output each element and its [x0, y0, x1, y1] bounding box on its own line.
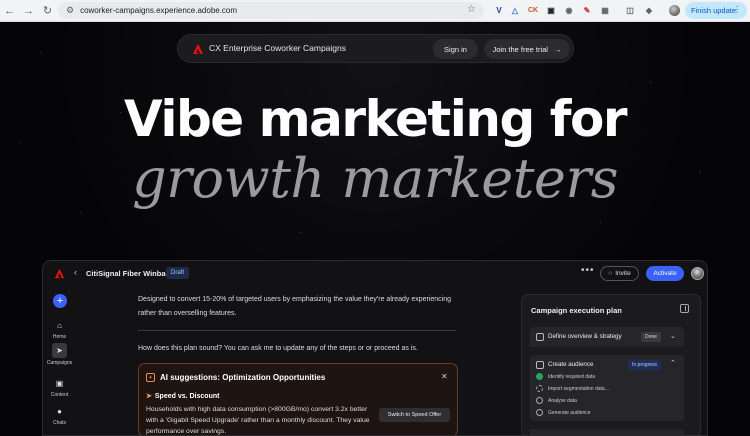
adobe-logo-icon	[54, 268, 65, 279]
side-panel-icon[interactable]: ◫	[623, 3, 637, 17]
rocket-icon: ➤	[52, 343, 67, 358]
invite-user-icon: ○	[608, 270, 613, 277]
ai-sparkle-icon: ✦	[146, 373, 155, 382]
left-rail: + ⌂ Home ➤ Campaigns ▣ Content ● Chats	[43, 286, 76, 435]
hero-headline: Vibe marketing for	[124, 90, 627, 148]
status-badge: Done	[641, 332, 661, 342]
site-settings-icon[interactable]: ⚙	[66, 5, 74, 16]
adobe-logo-icon	[193, 44, 203, 54]
panel-toggle-icon[interactable]	[680, 304, 689, 313]
rail-item-campaigns[interactable]: ➤ Campaigns	[43, 343, 76, 366]
list-item: Generate audience	[536, 409, 591, 416]
back-arrow-icon[interactable]: ←	[0, 1, 19, 21]
rail-item-home[interactable]: ⌂ Home	[43, 318, 76, 341]
top-navigation: CX Enterprise Coworker Campaigns Sign in…	[177, 34, 574, 63]
rail-label: Home	[52, 334, 67, 340]
extension-v-icon[interactable]: V	[492, 3, 506, 17]
plan-step[interactable]: Define overview & strategy Done ⌄	[530, 327, 684, 347]
hero-subheadline: growth marketers	[132, 147, 618, 210]
avatar[interactable]	[691, 267, 704, 280]
plan-step[interactable]: Create audience In progress ⌃ Identify r…	[530, 355, 684, 421]
assistant-message: Designed to convert 15-20% of targeted u…	[138, 296, 452, 317]
ai-card-title: AI suggestions: Optimization Opportuniti…	[160, 373, 326, 382]
rail-label: Content	[50, 392, 69, 398]
bookmark-star-icon[interactable]: ☆	[467, 4, 476, 15]
forward-arrow-icon[interactable]: →	[19, 1, 38, 21]
execution-plan-panel: Campaign execution plan Define overview …	[521, 294, 701, 435]
extensions-puzzle-icon[interactable]: ▦	[598, 3, 612, 17]
chevron-left-icon[interactable]: ‹	[74, 267, 77, 277]
finish-update-button[interactable]: Finish update ⋮	[685, 2, 747, 19]
home-icon: ⌂	[57, 320, 62, 330]
address-bar[interactable]: ⚙ coworker-campaigns.experience.adobe.co…	[58, 2, 484, 19]
eyedropper-icon[interactable]: ✎	[580, 3, 594, 17]
activate-button[interactable]: Activate	[646, 266, 684, 281]
substep-label: Import segmentation data...	[548, 385, 609, 392]
suggestion-title: Speed vs. Discount	[154, 392, 220, 400]
campaign-title: CitiSignal Fiber Winback	[86, 269, 174, 278]
close-icon[interactable]: ✕	[441, 372, 448, 381]
landing-page: CX Enterprise Coworker Campaigns Sign in…	[0, 22, 750, 436]
list-item: Identify required data	[536, 373, 595, 380]
status-badge: Draft	[166, 267, 190, 279]
substep-label: Identify required data	[548, 373, 595, 380]
more-options-icon[interactable]: •••	[581, 265, 595, 276]
substep-label: Analyse data	[548, 397, 577, 404]
check-circle-icon	[536, 373, 543, 380]
audience-icon	[536, 361, 544, 369]
assistant-message: How does this plan sound? You can ask me…	[138, 345, 418, 352]
suggestion-body: Households with high data consumption (>…	[146, 406, 370, 435]
list-item: Analyse data	[536, 397, 577, 404]
extension-ck-icon[interactable]: CK	[526, 3, 540, 17]
step-label: Define overview & strategy	[548, 333, 622, 340]
empty-circle-icon	[536, 409, 543, 416]
step-label: Create audience	[548, 361, 594, 368]
substep-label: Generate audience	[548, 409, 591, 416]
plan-title: Campaign execution plan	[531, 306, 622, 315]
sign-in-button[interactable]: Sign in	[433, 39, 478, 59]
arrow-right-icon: →	[553, 44, 562, 54]
list-item: Import segmentation data...	[536, 385, 609, 392]
empty-circle-icon	[536, 397, 543, 404]
divider	[138, 330, 456, 331]
switch-offer-button[interactable]: Switch to Speed Offer	[379, 408, 450, 422]
finish-update-label: Finish update	[691, 6, 737, 15]
ai-suggestions-card: ✦ AI suggestions: Optimization Opportuni…	[138, 363, 458, 435]
loading-circle-icon	[536, 385, 543, 392]
invite-button[interactable]: ○ Invite	[600, 266, 639, 281]
app-header: ‹ CitiSignal Fiber Winback Draft ••• ○ I…	[43, 261, 707, 286]
status-badge: In progress	[628, 360, 662, 370]
brand-name[interactable]: CX Enterprise Coworker Campaigns	[209, 43, 346, 53]
reload-icon[interactable]: ↻	[38, 1, 57, 21]
url-text: coworker-campaigns.experience.adobe.com	[80, 6, 238, 15]
chat-icon: ●	[57, 406, 62, 416]
app-preview: ‹ CitiSignal Fiber Winback Draft ••• ○ I…	[42, 260, 708, 436]
rail-item-chats[interactable]: ● Chats	[43, 404, 76, 427]
profile-lab-icon[interactable]: ◆	[642, 3, 656, 17]
free-trial-label: Join the free trial	[492, 44, 548, 54]
browser-toolbar: ← → ↻ ⚙ coworker-campaigns.experience.ad…	[0, 0, 750, 22]
rail-label: Chats	[52, 420, 67, 426]
camera-icon[interactable]: ◉	[562, 3, 576, 17]
document-icon	[536, 333, 544, 341]
free-trial-button[interactable]: Join the free trial →	[484, 39, 570, 59]
extension-screen-icon[interactable]: ▣	[544, 3, 558, 17]
rail-item-content[interactable]: ▣ Content	[43, 376, 76, 399]
chevron-up-icon[interactable]: ⌃	[670, 359, 676, 367]
rail-label: Campaigns	[46, 360, 73, 366]
content-icon: ▣	[55, 378, 64, 388]
invite-label: Invite	[615, 270, 631, 277]
plan-step[interactable]	[530, 429, 684, 435]
chevron-down-icon[interactable]: ⌄	[670, 332, 676, 340]
plus-icon[interactable]: +	[53, 294, 67, 308]
menu-dots-icon[interactable]: ⋮	[733, 5, 741, 14]
extension-a-icon[interactable]: △	[508, 3, 522, 17]
rocket-emoji-icon: ➤	[146, 393, 152, 400]
profile-avatar[interactable]	[669, 5, 680, 16]
